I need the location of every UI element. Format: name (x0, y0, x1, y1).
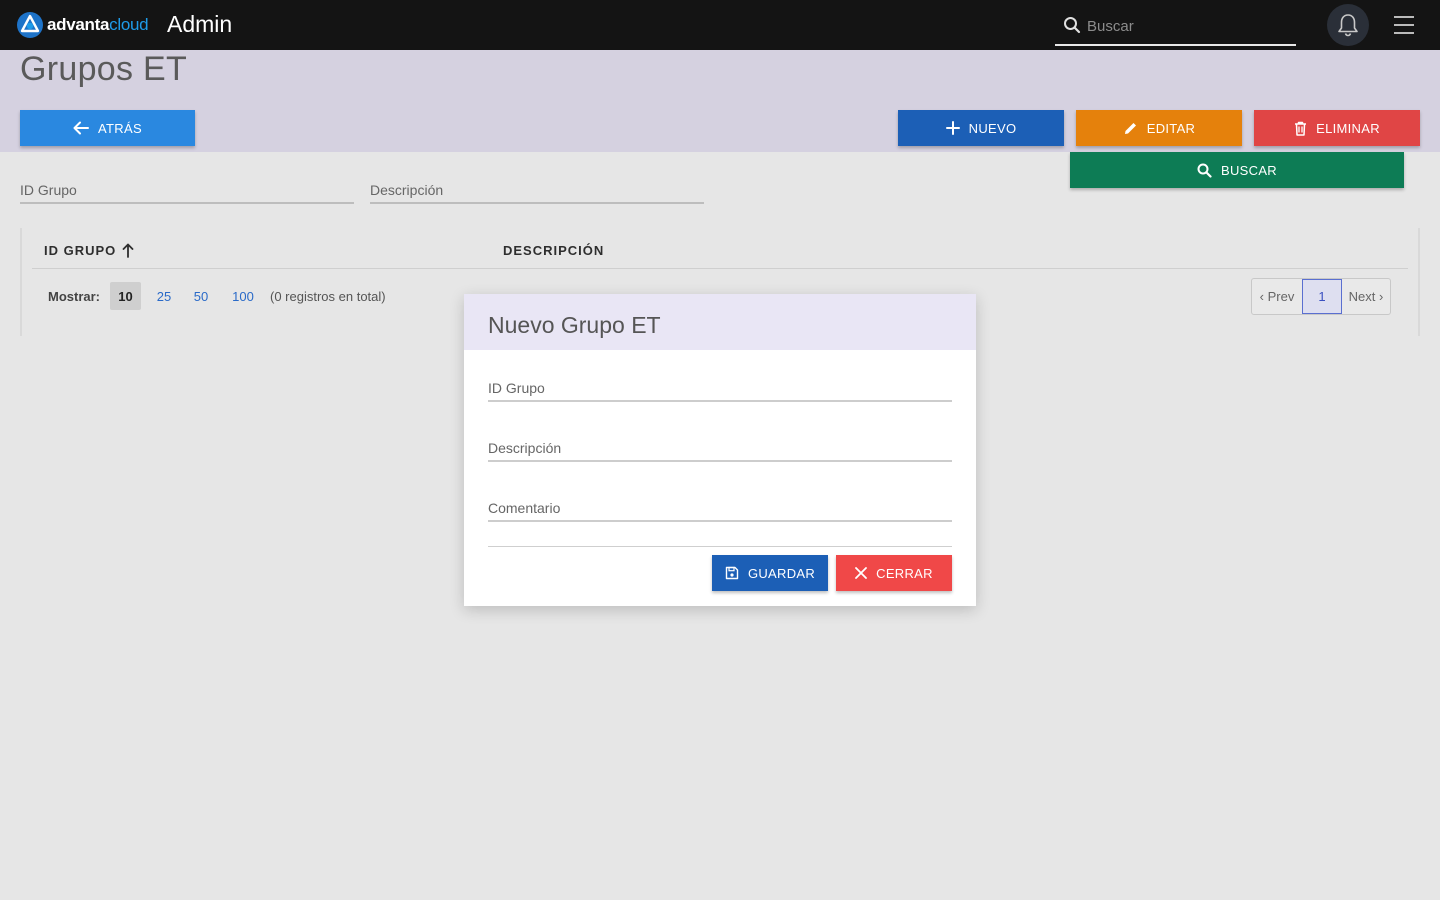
global-search[interactable] (1055, 6, 1296, 46)
column-header-descripcion[interactable]: DESCRIPCIÓN (503, 243, 604, 258)
notifications-button[interactable] (1327, 4, 1369, 46)
close-button-label: CERRAR (876, 565, 933, 581)
descripcion-input[interactable] (488, 436, 952, 460)
new-group-modal: Nuevo Grupo ET GUARDAR CERRAR (464, 294, 976, 606)
trash-icon (1295, 121, 1307, 136)
top-navbar: advantacloud Admin (0, 0, 1440, 50)
save-button-label: GUARDAR (747, 565, 816, 581)
floppy-disk-icon (725, 566, 739, 580)
filter-descripcion (370, 178, 704, 204)
new-button-label: NUEVO (968, 120, 1017, 136)
records-total: (0 registros en total) (270, 289, 386, 304)
column-header-id-grupo[interactable]: ID GRUPO (44, 243, 134, 258)
sort-ascending-icon (122, 243, 134, 258)
page-size-10[interactable]: 10 (110, 282, 141, 310)
back-button[interactable]: ATRÁS (20, 110, 195, 146)
logo-text: advantacloud (47, 15, 149, 35)
pagination-prev[interactable]: ‹ Prev (1252, 279, 1302, 314)
arrow-left-icon (73, 121, 90, 135)
delete-button-label: ELIMINAR (1316, 120, 1380, 136)
column-header-label: ID GRUPO (44, 243, 117, 258)
edit-button[interactable]: EDITAR (1076, 110, 1242, 146)
search-button[interactable]: BUSCAR (1070, 152, 1404, 188)
modal-divider (488, 546, 952, 547)
search-button-label: BUSCAR (1221, 162, 1277, 178)
hamburger-menu-icon[interactable] (1394, 16, 1414, 34)
page-size-label: Mostrar: (48, 289, 101, 304)
menu-bar (1394, 16, 1414, 18)
global-search-input[interactable] (1087, 14, 1287, 38)
back-button-label: ATRÁS (98, 120, 142, 136)
menu-bar (1394, 24, 1414, 26)
modal-header: Nuevo Grupo ET (464, 294, 976, 350)
logo-icon (17, 12, 43, 38)
delete-button[interactable]: ELIMINAR (1254, 110, 1420, 146)
pagination-next[interactable]: Next › (1342, 279, 1390, 314)
id-grupo-input[interactable] (488, 376, 952, 400)
modal-field-descripcion (488, 436, 952, 462)
pencil-icon (1124, 122, 1136, 134)
filter-id-grupo (20, 178, 354, 204)
search-icon (1064, 17, 1081, 34)
menu-bar (1394, 32, 1414, 34)
modal-field-id-grupo (488, 376, 952, 402)
save-button[interactable]: GUARDAR (712, 555, 828, 591)
page-title: Grupos ET (20, 50, 188, 88)
bell-icon (1338, 14, 1358, 37)
close-icon (855, 567, 868, 579)
page-size-100[interactable]: 100 (229, 282, 257, 310)
edit-button-label: EDITAR (1146, 120, 1196, 136)
table-header-divider (32, 268, 1408, 269)
new-button[interactable]: NUEVO (898, 110, 1064, 146)
pagination: ‹ Prev 1 Next › (1251, 278, 1391, 315)
logo-text-main: advanta (47, 15, 110, 34)
modal-title: Nuevo Grupo ET (488, 312, 661, 338)
filter-descripcion-input[interactable] (370, 178, 704, 202)
brand-logo[interactable]: advantacloud (16, 11, 149, 39)
search-icon (1197, 163, 1212, 178)
page-size-50[interactable]: 50 (188, 282, 214, 310)
pagination-page-1[interactable]: 1 (1302, 279, 1342, 314)
close-button[interactable]: CERRAR (836, 555, 952, 591)
column-header-label: DESCRIPCIÓN (503, 243, 605, 258)
filter-id-grupo-input[interactable] (20, 178, 354, 202)
logo-text-accent: cloud (109, 15, 149, 34)
page-size-25[interactable]: 25 (151, 282, 177, 310)
app-title: Admin (167, 11, 233, 37)
comentario-input[interactable] (488, 496, 952, 520)
modal-field-comentario (488, 496, 952, 522)
plus-icon (945, 121, 960, 135)
